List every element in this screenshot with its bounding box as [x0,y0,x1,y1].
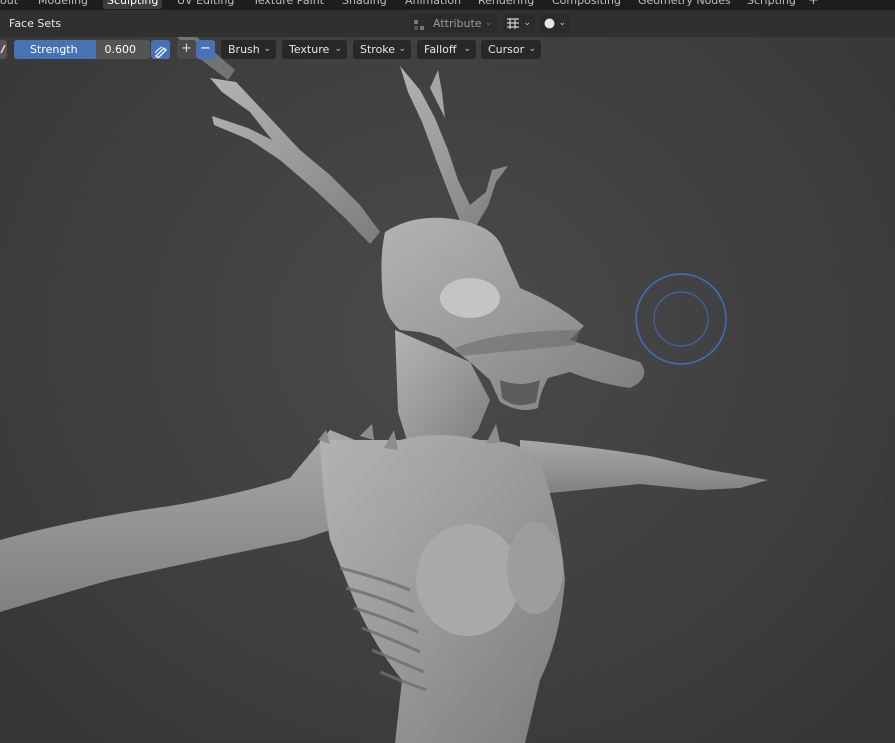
cursor-menu[interactable]: Cursor ⌄ [481,40,541,59]
pen-pressure-icon [154,43,167,62]
strength-value: 0.600 [104,43,137,56]
attribute-icon [414,18,425,30]
shading-dropdown[interactable]: ⌄ [540,14,570,33]
strength-label: Strength [30,43,78,56]
falloff-menu[interactable]: Falloff ⌄ [417,40,476,59]
tab-shading[interactable]: Shading [342,0,387,9]
cursor-menu-label: Cursor [488,43,525,56]
chevron-down-icon: ⌄ [528,44,536,54]
pen-pressure-button[interactable] [151,40,170,59]
chevron-down-icon: ⌄ [484,18,492,28]
tool-icon-edge[interactable] [0,40,7,59]
chevron-down-icon: ⌄ [463,44,471,54]
tab-texture-paint[interactable]: Texture Paint [253,0,324,9]
tab-rendering[interactable]: Rendering [478,0,534,9]
mode-label: Face Sets [9,17,62,30]
falloff-menu-label: Falloff [424,43,457,56]
chevron-down-icon: ⌄ [558,18,566,28]
tab-modeling[interactable]: Modeling [38,0,88,9]
tab-uv-editing[interactable]: UV Editing [177,0,234,9]
solid-shading-icon [543,17,556,36]
stroke-menu-label: Stroke [360,43,396,56]
texture-menu[interactable]: Texture ⌄ [282,40,347,59]
strength-slider[interactable]: Strength 0.600 [14,40,150,59]
sculpt-viewport[interactable]: out Modeling Sculpting UV Editing Textur… [0,0,895,743]
tab-scripting[interactable]: Scripting [747,0,796,9]
attribute-dropdown[interactable]: Attribute ⌄ [410,14,496,33]
chevron-down-icon: ⌄ [334,44,342,54]
brush-cursor [635,273,727,365]
tab-sculpting[interactable]: Sculpting [103,0,163,9]
add-workspace-button[interactable]: + [808,0,819,9]
tab-animation[interactable]: Animation [405,0,461,9]
chevron-down-icon: ⌄ [523,18,531,28]
texture-menu-label: Texture [289,43,330,56]
tab-geometry-nodes[interactable]: Geometry Nodes [638,0,731,9]
viewport-header: Face Sets Attribute ⌄ ⌄ ⌄ [0,10,895,37]
tab-compositing[interactable]: Compositing [552,0,621,9]
workspace-tabs: out Modeling Sculpting UV Editing Textur… [0,0,895,10]
chevron-down-icon: ⌄ [263,44,271,54]
chevron-down-icon: ⌄ [398,44,406,54]
brush-menu[interactable]: Brush ⌄ [221,40,276,59]
overlay-dropdown[interactable]: ⌄ [503,14,535,33]
subtract-direction-button[interactable]: − [196,40,215,59]
attribute-label: Attribute [433,17,482,30]
tab-layout[interactable]: out [0,0,18,9]
grid-overlay-icon [506,17,520,36]
stroke-menu[interactable]: Stroke ⌄ [353,40,411,59]
add-direction-button[interactable]: + [177,40,196,59]
brush-menu-label: Brush [228,43,260,56]
sculpt-mesh[interactable] [0,0,895,743]
